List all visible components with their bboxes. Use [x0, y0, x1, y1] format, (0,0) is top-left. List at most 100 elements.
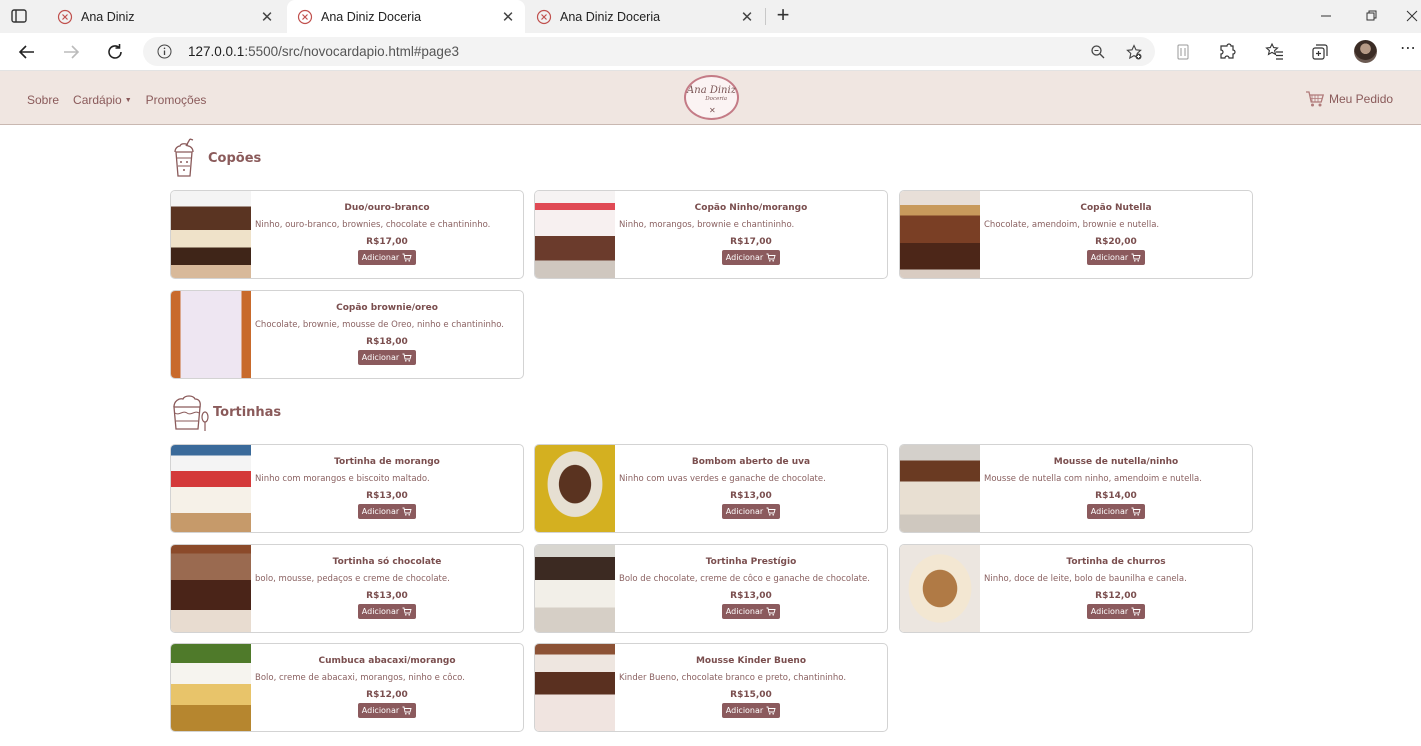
add-button-label: Adicionar: [361, 706, 400, 715]
minimize-icon[interactable]: [1318, 8, 1334, 24]
add-button-label: Adicionar: [725, 507, 764, 516]
close-window-icon[interactable]: [1404, 8, 1420, 24]
add-button-label: Adicionar: [1090, 507, 1129, 516]
add-to-order-button[interactable]: Adicionar: [1086, 504, 1146, 519]
close-tab-icon[interactable]: ✕: [736, 8, 758, 26]
cart-icon: [1131, 607, 1141, 616]
section-header-copoes: Copões: [170, 138, 261, 178]
product-description: Ninho, morangos, brownie e chantininho.: [619, 220, 795, 230]
product-description: Ninho com morangos e biscoito maltado.: [255, 474, 430, 484]
cart-icon: [402, 706, 412, 715]
nav-link-sobre[interactable]: Sobre: [27, 93, 59, 107]
nav-link-promocoes[interactable]: Promoções: [146, 93, 207, 107]
add-to-order-button[interactable]: Adicionar: [721, 703, 781, 718]
zoom-icon[interactable]: [1090, 44, 1106, 60]
product-price: R$12,00: [1095, 591, 1137, 601]
product-name: Tortinha Prestígio: [705, 557, 797, 567]
add-to-order-button[interactable]: Adicionar: [1086, 604, 1146, 619]
cart-icon: [1131, 253, 1141, 262]
product-card: Tortinha de morango Ninho com morangos e …: [170, 444, 524, 533]
close-tab-icon[interactable]: ✕: [256, 8, 278, 26]
product-photo: [171, 291, 251, 378]
add-to-order-button[interactable]: Adicionar: [357, 703, 417, 718]
site-nav: Sobre Cardápio ▼ Promoções: [27, 93, 206, 107]
add-to-order-button[interactable]: Adicionar: [721, 250, 781, 265]
add-to-order-button[interactable]: Adicionar: [721, 504, 781, 519]
browser-tab-bar: Ana Diniz ✕ Ana Diniz Doceria ✕ Ana Dini…: [0, 0, 1421, 33]
browser-tab[interactable]: Ana Diniz ✕: [47, 0, 284, 33]
product-description: Chocolate, amendoim, brownie e nutella.: [984, 220, 1160, 230]
tab-title: Ana Diniz Doceria: [560, 9, 661, 24]
add-button-label: Adicionar: [361, 607, 400, 616]
new-tab-button[interactable]: +: [772, 4, 794, 28]
brand-logo[interactable]: Ana Diniz Doceria ✕: [684, 75, 739, 120]
product-photo: [171, 545, 251, 632]
product-name: Tortinha de churros: [1066, 557, 1166, 567]
add-button-label: Adicionar: [1090, 253, 1129, 262]
tab-title: Ana Diniz Doceria: [321, 9, 422, 24]
product-photo: [535, 191, 615, 278]
add-to-order-button[interactable]: Adicionar: [357, 350, 417, 365]
milkshake-cup-icon: [174, 138, 194, 177]
error-favicon-icon: [536, 9, 552, 24]
add-to-order-button[interactable]: Adicionar: [721, 604, 781, 619]
add-to-order-button[interactable]: Adicionar: [357, 250, 417, 265]
browser-tab[interactable]: Ana Diniz Doceria ✕: [526, 0, 764, 33]
add-to-order-button[interactable]: Adicionar: [357, 504, 417, 519]
add-favorite-icon[interactable]: [1126, 44, 1142, 60]
cart-icon: [766, 607, 776, 616]
add-button-label: Adicionar: [725, 253, 764, 262]
cart-icon: [766, 507, 776, 516]
product-card: Cumbuca abacaxi/morango Bolo, creme de ab…: [170, 643, 524, 732]
product-description: Bolo de chocolate, creme de côco e ganac…: [619, 574, 870, 584]
close-tab-icon[interactable]: ✕: [497, 8, 519, 26]
product-name: Copão Ninho/morango: [694, 203, 808, 213]
my-order-button[interactable]: Meu Pedido: [1305, 90, 1393, 108]
add-to-order-button[interactable]: Adicionar: [1086, 250, 1146, 265]
nav-link-cardapio[interactable]: Cardápio ▼: [73, 93, 132, 107]
product-price: R$17,00: [366, 237, 408, 247]
product-details: Duo/ouro-branco Ninho, ouro-branco, brown…: [255, 191, 519, 278]
profile-avatar[interactable]: [1354, 40, 1377, 63]
back-arrow-icon[interactable]: [16, 41, 38, 63]
product-photo: [900, 445, 980, 532]
add-button-label: Adicionar: [1090, 607, 1129, 616]
add-to-order-button[interactable]: Adicionar: [357, 604, 417, 619]
product-description: Chocolate, brownie, mousse de Oreo, ninh…: [255, 320, 504, 330]
product-description: Bolo, creme de abacaxi, morangos, ninho …: [255, 673, 465, 683]
more-menu-icon[interactable]: ⋯: [1400, 38, 1417, 58]
product-details: Mousse de nutella/ninho Mousse de nutella…: [984, 445, 1248, 532]
product-details: Copão Nutella Chocolate, amendoim, browni…: [984, 191, 1248, 278]
reading-icon[interactable]: [1173, 42, 1193, 62]
product-card: Duo/ouro-branco Ninho, ouro-branco, brown…: [170, 190, 524, 279]
section-title: Copões: [208, 150, 262, 166]
product-name: Tortinha só chocolate: [332, 557, 442, 567]
shopping-cart-icon: [1306, 91, 1325, 107]
product-details: Copão brownie/oreo Chocolate, brownie, mo…: [255, 291, 519, 378]
product-card: Mousse Kinder Bueno Kinder Bueno, chocola…: [534, 643, 888, 732]
url-path: :5500/src/novocardapio.html#page3: [244, 44, 459, 59]
cart-icon: [402, 353, 412, 362]
product-details: Tortinha de morango Ninho com morangos e …: [255, 445, 519, 532]
product-name: Tortinha de morango: [334, 457, 440, 467]
product-photo: [900, 191, 980, 278]
tab-actions-icon[interactable]: [10, 7, 28, 25]
product-card: Tortinha de churros Ninho, doce de leite,…: [899, 544, 1253, 633]
tab-separator: [765, 8, 766, 25]
browser-tab-active[interactable]: Ana Diniz Doceria ✕: [287, 0, 525, 33]
cart-icon: [402, 507, 412, 516]
forward-arrow-icon[interactable]: [60, 41, 82, 63]
product-name: Bombom aberto de uva: [691, 457, 811, 467]
reload-icon[interactable]: [104, 41, 126, 63]
product-photo: [171, 445, 251, 532]
address-bar[interactable]: 127.0.0.1:5500/src/novocardapio.html#pag…: [143, 37, 1155, 66]
restore-icon[interactable]: [1363, 8, 1379, 24]
product-price: R$13,00: [730, 491, 772, 501]
collections-icon[interactable]: [1310, 42, 1330, 62]
extensions-icon[interactable]: [1217, 42, 1237, 62]
info-icon[interactable]: [157, 44, 172, 59]
favorites-icon[interactable]: [1265, 42, 1285, 62]
product-name: Duo/ouro-branco: [344, 203, 430, 213]
url-text[interactable]: 127.0.0.1:5500/src/novocardapio.html#pag…: [188, 44, 459, 59]
address-toolbar: 127.0.0.1:5500/src/novocardapio.html#pag…: [0, 33, 1421, 71]
